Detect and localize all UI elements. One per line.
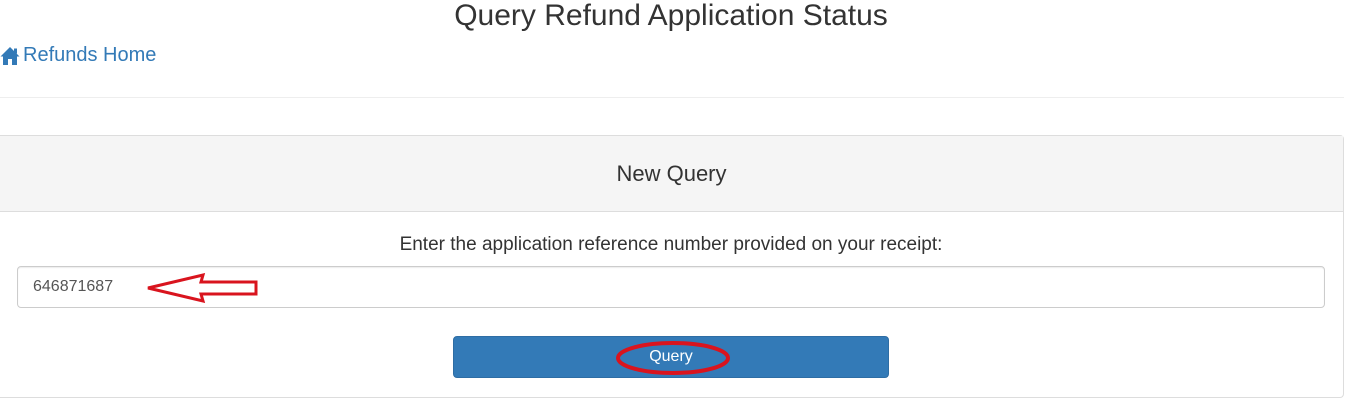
refunds-home-link[interactable]: Refunds Home: [0, 44, 156, 67]
query-button[interactable]: Query: [453, 336, 889, 378]
refunds-home-label: Refunds Home: [23, 44, 157, 66]
reference-number-input[interactable]: [17, 266, 1325, 308]
panel-heading-title: New Query: [616, 160, 727, 186]
panel-heading: New Query: [0, 136, 1343, 212]
page-title: Query Refund Application Status: [454, 0, 888, 32]
home-icon: [0, 46, 20, 66]
new-query-panel: New Query Enter the application referenc…: [0, 135, 1344, 398]
header-divider: [0, 97, 1344, 98]
reference-field-label: Enter the application reference number p…: [399, 234, 943, 255]
page: Query Refund Application Status Refunds …: [0, 0, 1348, 415]
